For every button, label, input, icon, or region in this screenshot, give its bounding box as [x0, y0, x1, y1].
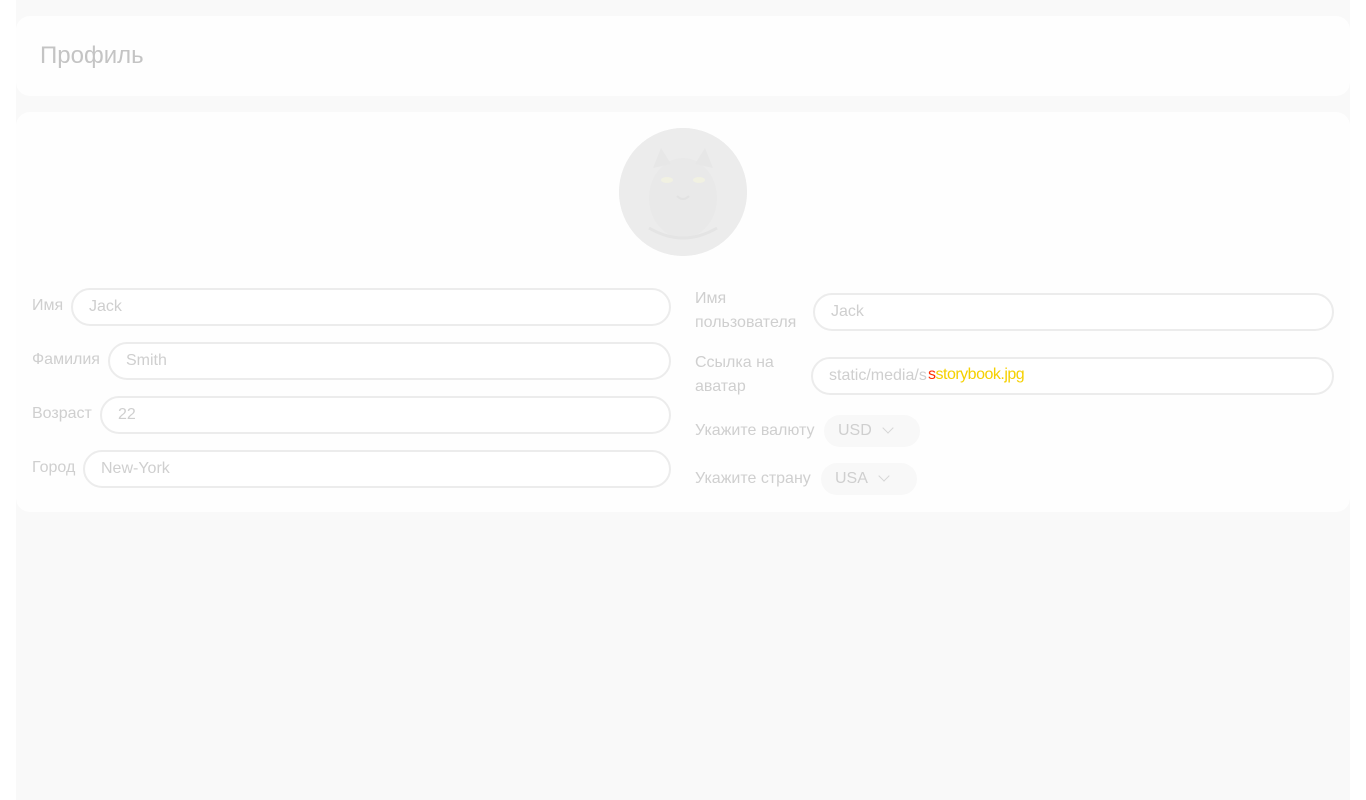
username-label-line1: Имя [695, 290, 727, 307]
avatar-link-label: Ссылка на аватар [695, 351, 774, 399]
username-label: Имя пользователя [695, 287, 796, 335]
city-label: Город [32, 459, 76, 476]
age-input[interactable]: 22 [100, 396, 671, 434]
currency-label: Укажите валюту [695, 422, 815, 439]
avatar-link-overlay-value: storybook.jpg [935, 366, 1025, 383]
avatar-link-label-line2: аватар [695, 378, 746, 395]
country-select[interactable]: USA [821, 463, 917, 495]
avatar-link-overlay-text: sstorybook.jpg [928, 366, 1025, 383]
avatar-link-label-line1: Ссылка на [695, 354, 774, 371]
last-name-input[interactable]: Smith [108, 342, 671, 380]
cat-avatar-image [619, 128, 747, 256]
avatar-link-input[interactable]: static/media/s [811, 357, 1334, 395]
first-name-label: Имя [32, 297, 64, 314]
avatar [619, 128, 747, 256]
country-label: Укажите страну [695, 470, 811, 487]
city-input[interactable]: New-York [83, 450, 671, 488]
header-card: Профиль [16, 16, 1350, 96]
profile-card: Имя Jack Фамилия Smith Возраст 22 Город … [16, 112, 1350, 512]
last-name-label: Фамилия [32, 351, 100, 368]
username-label-line2: пользователя [695, 314, 797, 331]
first-name-input[interactable]: Jack [71, 288, 671, 326]
chevron-down-icon [882, 422, 894, 434]
chevron-down-icon [878, 470, 890, 482]
currency-select-value: USD [838, 422, 872, 439]
age-label: Возраст [32, 405, 92, 422]
currency-select[interactable]: USD [824, 415, 920, 447]
page-title: Профиль [40, 42, 144, 69]
username-input[interactable]: Jack [813, 293, 1334, 331]
country-select-value: USA [835, 470, 868, 487]
